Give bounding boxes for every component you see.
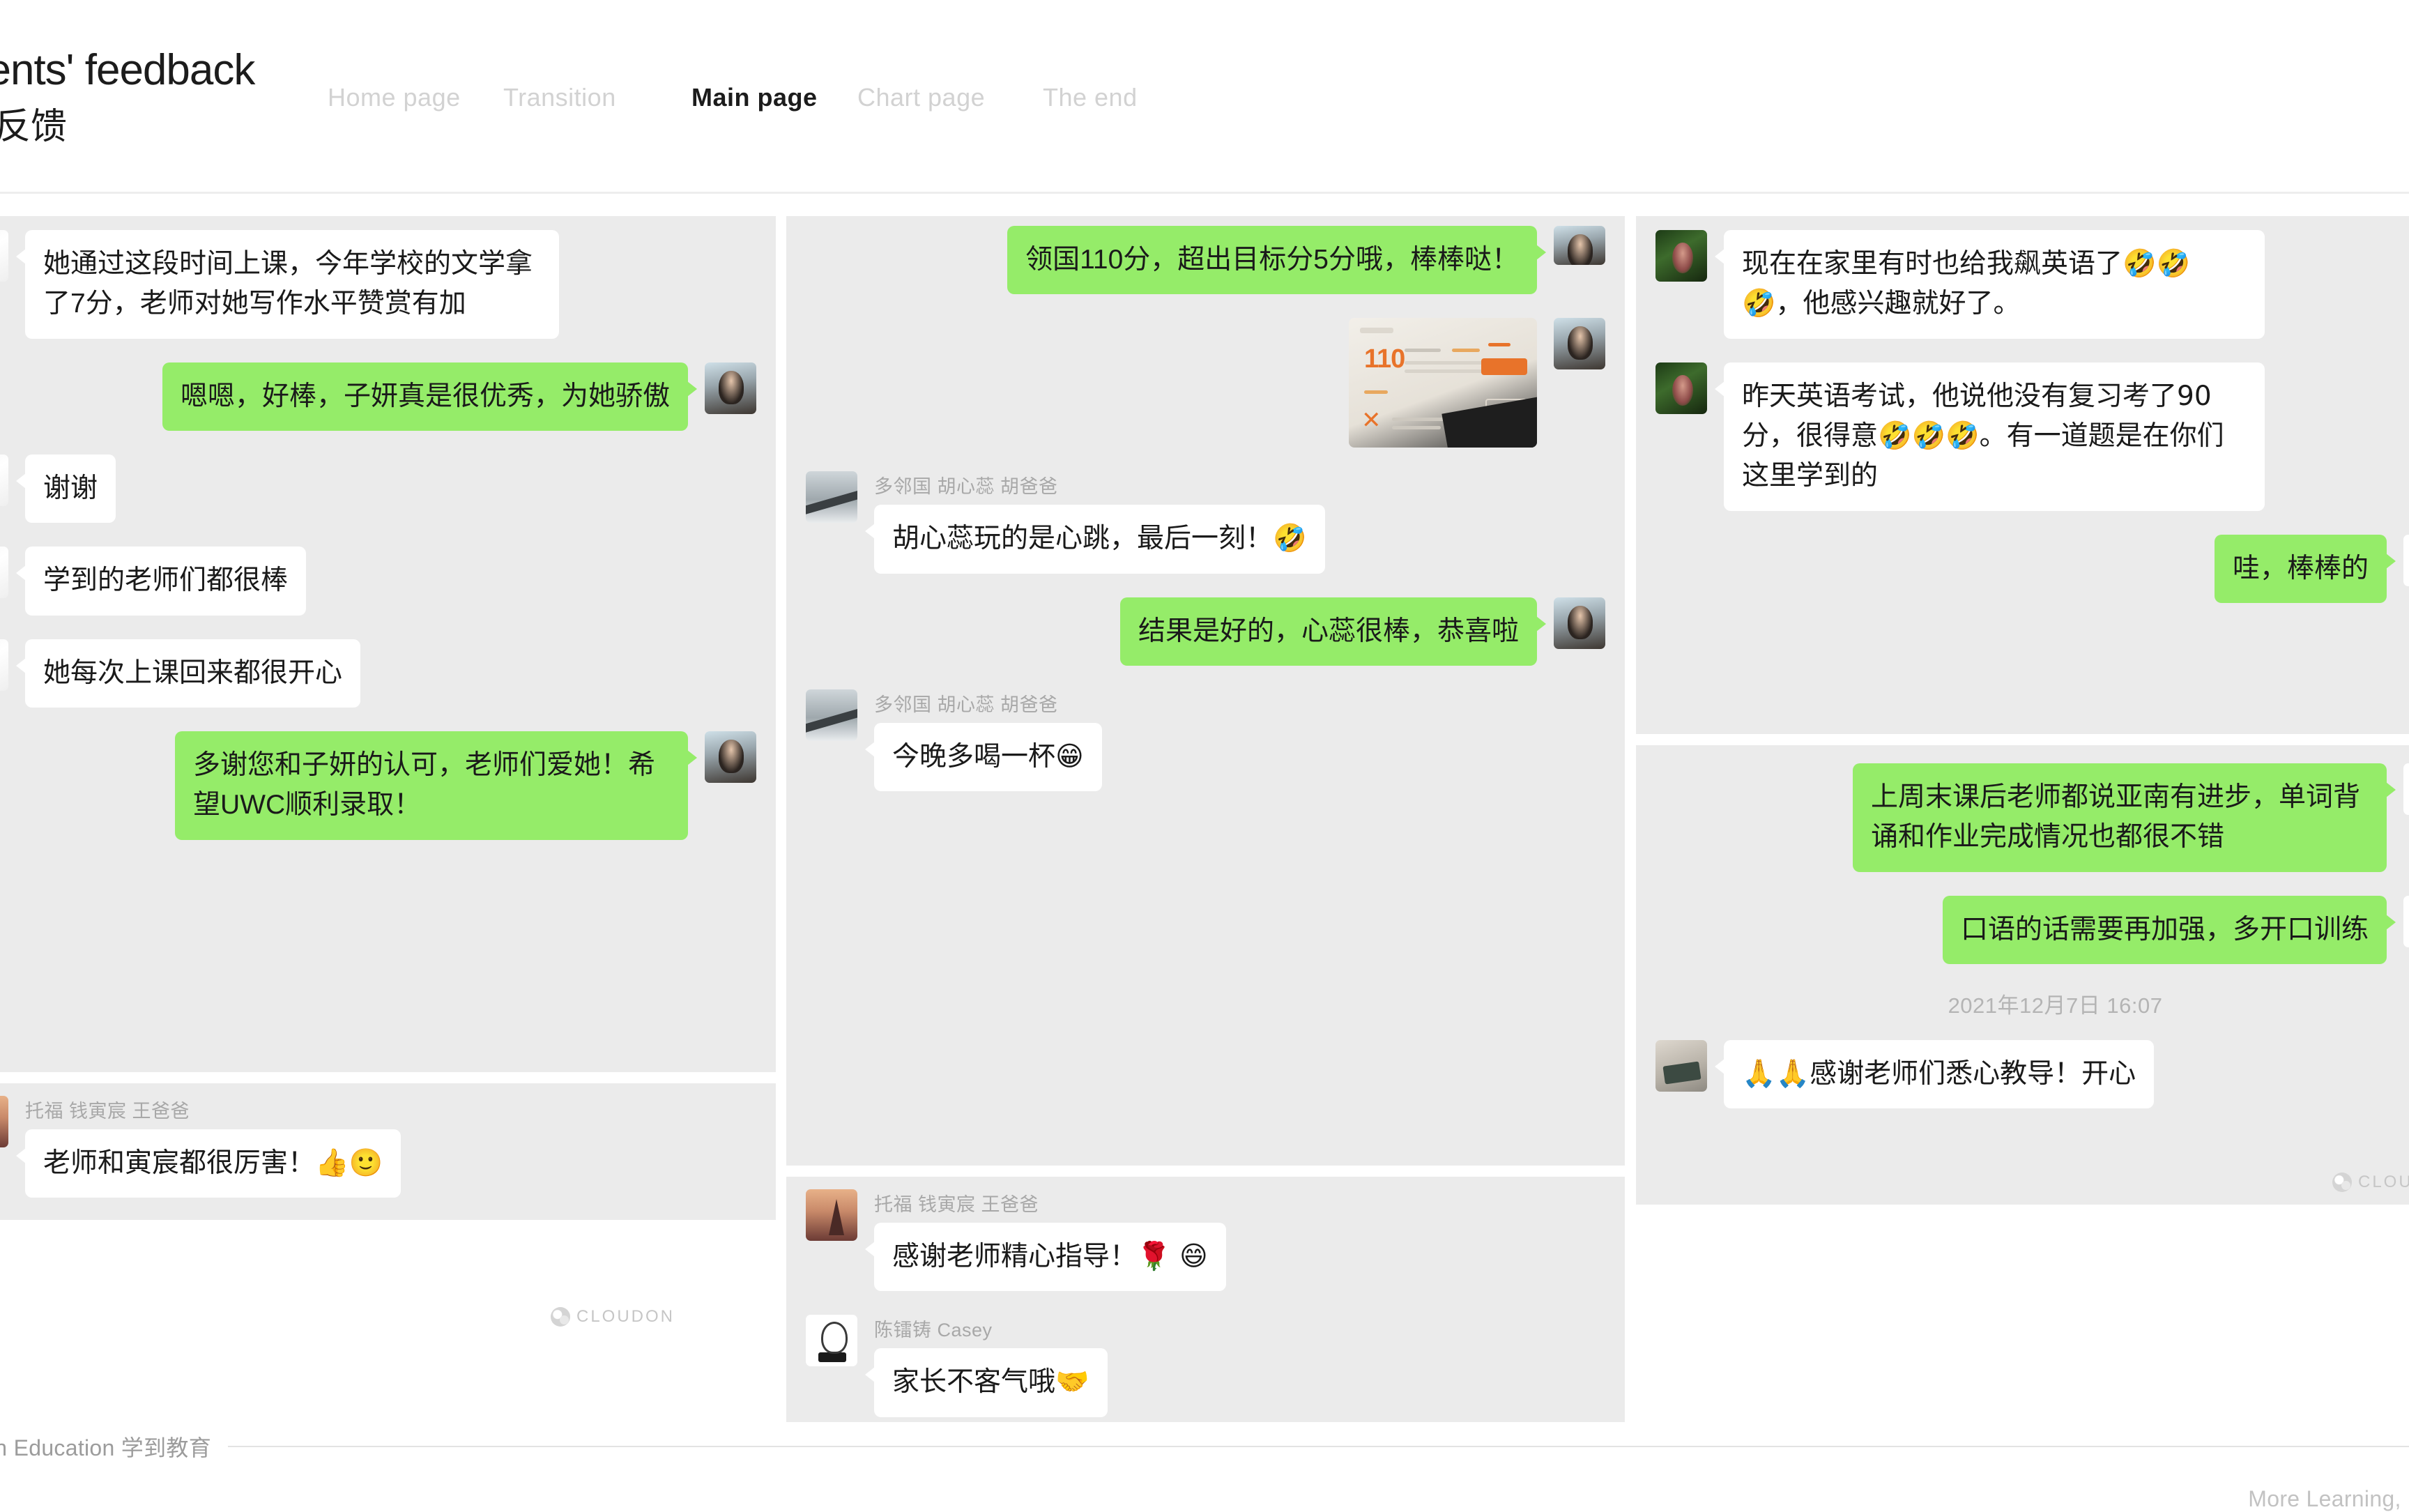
watermark-text: CLOUDON [576,1307,675,1326]
avatar [1655,1039,1707,1092]
avatar [2403,763,2409,815]
page-title-en: Parents' feedback [0,46,255,94]
message-bubble: 她每次上课回来都很开心 [15,639,361,708]
cloudon-logo-icon [2332,1173,2352,1192]
message-bubble: 昨天英语考试，他说他没有复习考了90分，很得意🤣🤣🤣。有一道题是在你们这里学到的 [1715,362,2265,511]
chat-message: 口语的话需要再加强，多开口训练 [1655,895,2409,964]
message-timestamp: 2021年12月7日 16:07 [1948,993,2163,1018]
chat-message: 谢谢 [0,454,756,524]
watermark-text: CLOUDON [2357,1173,2409,1191]
avatar [0,547,8,599]
message-bubble: 今晚多喝一杯😁 [865,722,1102,792]
chat-message: 多邻国 胡心蕊 胡爸爸 胡心蕊玩的是心跳，最后一刻！🤣 [806,471,1605,574]
chat-message: 昨天英语考试，他说他没有复习考了90分，很得意🤣🤣🤣。有一道题是在你们这里学到的 [1655,362,2409,511]
message-bubble: 学到的老师们都很棒 [15,547,307,616]
chat-message: 🙏🙏感谢老师们悉心教导！开心 [1655,1039,2409,1109]
photo-score: 110 [1364,344,1405,374]
message-bubble: 感谢老师精心指导！🌹 😄 [865,1223,1226,1292]
chat-message: 多邻国 胡心蕊 胡爸爸 今晚多喝一杯😁 [806,689,1605,792]
chat-message: 她每次上课回来都很开心 [0,639,756,708]
chat-message: 嗯嗯，好棒，子妍真是很优秀，为她骄傲 [0,362,756,431]
avatar [1554,597,1605,649]
chat-column-3: 现在在家里有时也给我飙英语了🤣🤣🤣，他感兴趣就好了。 昨天英语考试，他说他没有复… [1636,216,2409,1216]
footer-tagline: More Learning, More [2248,1486,2409,1511]
chat-card: 现在在家里有时也给我飙英语了🤣🤣🤣，他感兴趣就好了。 昨天英语考试，他说他没有复… [1636,216,2409,734]
watermark: CLOUDON [2332,1173,2409,1192]
message-bubble: 老师和寅宸都很厉害！👍🙂 [15,1129,402,1198]
chat-card: 领国110分，超出目标分5分哦，棒棒哒！ 110 ✕ 多邻国 胡心蕊 胡爸爸 胡… [786,216,1625,1166]
chat-message: 多谢您和子妍的认可，老师们爱她！希望UWC顺利录取！ [0,731,756,840]
message-bubble: 家长不客气哦🤝 [865,1348,1108,1417]
message-bubble: 结果是好的，心蕊很棒，恭喜啦 [1119,597,1547,666]
message-sender: 托福 钱寅宸 王爸爸 [25,1101,190,1122]
chat-card: 托福 钱寅宸 王爸爸 老师和寅宸都很厉害！👍🙂 [0,1083,776,1220]
avatar [1655,230,1707,282]
header-divider [0,192,2409,194]
chat-message: 托福 钱寅宸 王爸爸 老师和寅宸都很厉害！👍🙂 [0,1096,756,1198]
avatar [806,1189,857,1241]
page-header: Parents' feedback 家长反馈 Home page Transit… [0,0,2409,194]
avatar [705,362,756,414]
message-photo[interactable]: 110 ✕ [1349,318,1537,448]
avatar [0,454,8,506]
avatar [1554,318,1605,370]
page-title-cn: 家长反馈 [0,107,68,148]
chat-message: 她通过这段时间上课，今年学校的文学拿了7分，老师对她写作水平赞赏有加 [0,230,756,339]
footer-brand: CloudOn Education 学到教育 [0,1435,212,1460]
chat-message: 学到的老师们都很棒 [0,547,756,616]
chat-message: 现在在家里有时也给我飙英语了🤣🤣🤣，他感兴趣就好了。 [1655,230,2409,339]
message-sender: 多邻国 胡心蕊 胡爸爸 [874,476,1058,498]
avatar [1655,362,1707,414]
message-bubble: 上周末课后老师都说亚南有进步，单词背诵和作业完成情况也都很不错 [1853,763,2396,872]
message-bubble: 她通过这段时间上课，今年学校的文学拿了7分，老师对她写作水平赞赏有加 [16,230,559,339]
nav-item-transition[interactable]: Transition [503,83,616,112]
avatar [806,689,857,741]
message-sender: 陈镭铸 Casey [874,1320,993,1341]
cloudon-logo-icon [551,1307,570,1327]
avatar [0,1096,8,1147]
nav-item-main-page[interactable]: Main page [691,83,818,112]
chat-card: 她通过这段时间上课，今年学校的文学拿了7分，老师对她写作水平赞赏有加 嗯嗯，好棒… [0,216,776,1072]
chat-message: 领国110分，超出目标分5分哦，棒棒哒！ [806,226,1605,295]
page-footer: CloudOn Education 学到教育 More Learning, Mo… [0,1422,2409,1511]
nav-item-the-end[interactable]: The end [1043,83,1138,112]
chat-message: 结果是好的，心蕊很棒，恭喜啦 [806,597,1605,666]
message-sender: 多邻国 胡心蕊 胡爸爸 [874,694,1058,715]
chat-message: 哇，棒棒的 [1655,534,2409,603]
message-sender: 托福 钱寅宸 王爸爸 [874,1194,1039,1215]
avatar [2403,895,2409,947]
footer-divider [228,1446,2409,1447]
message-bubble: 谢谢 [15,454,116,524]
chat-card: 托福 钱寅宸 王爸爸 感谢老师精心指导！🌹 😄 陈镭铸 Casey 家长不客气哦… [786,1177,1625,1449]
message-bubble: 多谢您和子妍的认可，老师们爱她！希望UWC顺利录取！ [175,731,697,840]
cross-icon: ✕ [1361,407,1382,434]
chat-message: 陈镭铸 Casey 家长不客气哦🤝 [806,1315,1605,1417]
nav-item-home-page[interactable]: Home page [328,83,461,112]
message-bubble: 哇，棒棒的 [2214,534,2396,603]
chat-column-2: 领国110分，超出目标分5分哦，棒棒哒！ 110 ✕ 多邻国 胡心蕊 胡爸爸 胡… [786,216,1625,1460]
top-navigation: Home page Transition Main page Chart pag… [328,77,2409,119]
chat-card: 上周末课后老师都说亚南有进步，单词背诵和作业完成情况也都很不错 口语的话需要再加… [1636,745,2409,1205]
avatar [806,471,857,524]
avatar [2403,534,2409,586]
watermark: CLOUDON [551,1307,675,1327]
chat-message: 上周末课后老师都说亚南有进步，单词背诵和作业完成情况也都很不错 [1655,763,2409,872]
message-bubble: 现在在家里有时也给我飙英语了🤣🤣🤣，他感兴趣就好了。 [1715,230,2265,339]
chat-column-1: 她通过这段时间上课，今年学校的文学拿了7分，老师对她写作水平赞赏有加 嗯嗯，好棒… [0,216,776,1327]
message-bubble: 口语的话需要再加强，多开口训练 [1942,895,2396,964]
chat-message: 托福 钱寅宸 王爸爸 感谢老师精心指导！🌹 😄 [806,1189,1605,1292]
page-title: Parents' feedback 家长反馈 [0,46,255,148]
avatar [806,1315,857,1367]
message-bubble: 胡心蕊玩的是心跳，最后一刻！🤣 [865,505,1325,574]
avatar [0,639,8,691]
footer-brand-row: CloudOn Education 学到教育 [0,1430,2409,1463]
nav-item-chart-page[interactable]: Chart page [857,83,985,112]
avatar [0,230,8,282]
message-bubble: 领国110分，超出目标分5分哦，棒棒哒！ [1007,226,1546,295]
message-bubble: 嗯嗯，好棒，子妍真是很优秀，为她骄傲 [162,362,698,431]
avatar [705,731,756,783]
chat-message-photo: 110 ✕ [806,318,1605,448]
message-bubble: 🙏🙏感谢老师们悉心教导！开心 [1714,1039,2155,1109]
avatar [1554,226,1605,265]
